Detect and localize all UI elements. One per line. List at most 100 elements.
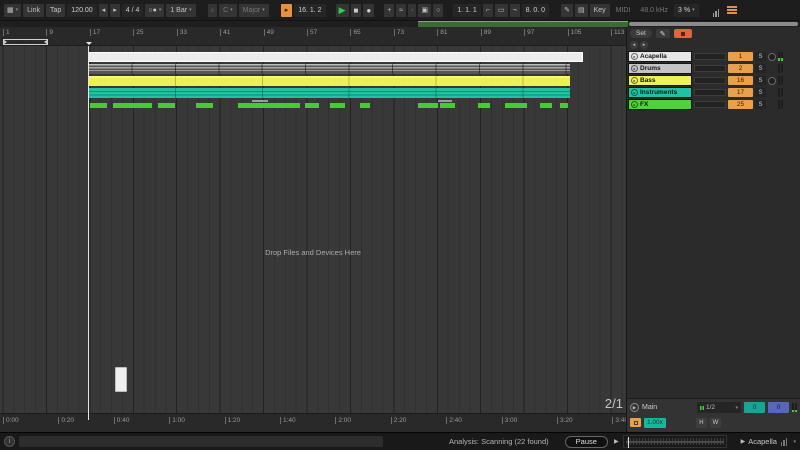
track-name[interactable]: ▸Drums bbox=[628, 63, 692, 74]
track-header-fx[interactable]: ▸FX 25S bbox=[628, 99, 800, 110]
track-arm-button[interactable] bbox=[768, 53, 776, 61]
punch-out-button[interactable]: ¬ bbox=[510, 4, 520, 17]
tempo-display[interactable]: 120.00 bbox=[67, 4, 96, 17]
zoom-width-button[interactable]: W bbox=[710, 418, 721, 428]
zoom-preset-icon[interactable] bbox=[630, 418, 641, 427]
overdub-button[interactable]: + bbox=[384, 4, 394, 17]
clip-area[interactable]: Drop Files and Devices Here bbox=[0, 46, 626, 413]
clip-instruments[interactable] bbox=[88, 88, 570, 98]
bar-ruler[interactable]: 191725334149576573818997105113 bbox=[0, 27, 626, 46]
track-solo-button[interactable]: S bbox=[755, 52, 766, 61]
teal-value-box[interactable]: 0 bbox=[744, 402, 765, 413]
clip-fx[interactable] bbox=[196, 103, 213, 108]
record-button[interactable]: ● bbox=[363, 4, 374, 17]
clip-drums[interactable] bbox=[88, 64, 570, 74]
track-arm-button[interactable] bbox=[768, 77, 776, 85]
track-name[interactable]: ▸FX bbox=[628, 99, 692, 110]
clip-fx[interactable] bbox=[505, 103, 527, 108]
track-activator-button[interactable]: 16 bbox=[728, 76, 753, 85]
unfold-track-icon[interactable]: ▸ bbox=[631, 89, 638, 96]
clip-fx[interactable] bbox=[418, 103, 438, 108]
loop-button[interactable]: ▭ bbox=[495, 4, 508, 17]
loop-start-display[interactable]: 1. 1. 1 bbox=[453, 4, 480, 17]
clip-fx[interactable] bbox=[360, 103, 370, 108]
loop-start-handle[interactable] bbox=[4, 40, 7, 44]
tap-tempo-button[interactable]: Tap bbox=[46, 4, 65, 17]
track-solo-button[interactable]: S bbox=[755, 64, 766, 73]
track-header-instruments[interactable]: ▸Instruments 17S bbox=[628, 87, 800, 98]
automation-arm-button[interactable]: ≈ bbox=[396, 4, 406, 17]
control-surface-icon[interactable]: ▦ ▾ bbox=[4, 4, 21, 17]
clip-fx[interactable] bbox=[113, 103, 152, 108]
loop-length-display[interactable]: 8. 0. 0 bbox=[522, 4, 549, 17]
track-volume-slider[interactable] bbox=[694, 77, 726, 84]
nudge-down-button[interactable]: ◂ bbox=[99, 4, 109, 17]
track-volume-slider[interactable] bbox=[694, 53, 726, 60]
set-locator-button[interactable]: Set bbox=[630, 29, 652, 38]
computer-midi-keyboard-icon[interactable]: ▤ bbox=[575, 4, 588, 17]
playback-speed-display[interactable]: 1.00x bbox=[644, 418, 666, 428]
scale-name-menu[interactable]: Major ▾ bbox=[239, 4, 269, 17]
clip-fx[interactable] bbox=[305, 103, 319, 108]
scale-icon[interactable]: ♪ bbox=[208, 4, 218, 17]
clip-fx[interactable] bbox=[560, 103, 568, 108]
track-activator-button[interactable]: 2 bbox=[728, 64, 753, 73]
clip-fx[interactable] bbox=[440, 103, 455, 108]
track-solo-button[interactable]: S bbox=[755, 88, 766, 97]
clip-fx[interactable] bbox=[478, 103, 490, 108]
unfold-track-icon[interactable]: ▸ bbox=[631, 101, 638, 108]
track-name[interactable]: ▸Instruments bbox=[628, 87, 692, 98]
zoom-height-button[interactable]: H bbox=[696, 418, 707, 428]
metronome-button[interactable]: ○● ▾ bbox=[145, 4, 164, 17]
pause-button[interactable]: Pause bbox=[565, 436, 608, 448]
preview-waveform[interactable] bbox=[623, 435, 727, 448]
punch-in-button[interactable]: ⌐ bbox=[483, 4, 493, 17]
track-name[interactable]: ▸Bass bbox=[628, 75, 692, 86]
stop-button[interactable]: ■ bbox=[351, 4, 362, 17]
track-solo-button[interactable]: S bbox=[755, 76, 766, 85]
follow-button[interactable]: ▸ bbox=[281, 4, 293, 17]
unfold-track-icon[interactable]: ▸ bbox=[631, 77, 638, 84]
track-activator-button[interactable]: 1 bbox=[728, 52, 753, 61]
track-header-drums[interactable]: ▸Drums 2S bbox=[628, 63, 800, 74]
cpu-meter[interactable]: 3 % ▾ bbox=[674, 4, 699, 17]
preview-track-play-icon[interactable]: ▶ bbox=[741, 438, 746, 445]
track-solo-button[interactable]: S bbox=[755, 100, 766, 109]
unfold-track-icon[interactable]: ▸ bbox=[631, 65, 638, 72]
draw-mode-button[interactable]: ✎ bbox=[656, 29, 670, 38]
preview-play-button[interactable]: ▶ bbox=[614, 438, 619, 445]
track-header-bass[interactable]: ▸Bass 16S bbox=[628, 75, 800, 86]
track-volume-slider[interactable] bbox=[694, 89, 726, 96]
track-activator-button[interactable]: 17 bbox=[728, 88, 753, 97]
time-signature-display[interactable]: 4 / 4 bbox=[122, 4, 144, 17]
next-locator-button[interactable]: ▸ bbox=[640, 41, 648, 49]
session-record-button[interactable]: ○ bbox=[433, 4, 443, 17]
key-root-menu[interactable]: C ▾ bbox=[219, 4, 237, 17]
draw-mode-icon[interactable]: ✎ bbox=[561, 4, 573, 17]
status-meter-icon[interactable] bbox=[781, 438, 788, 446]
clip-fx[interactable] bbox=[158, 103, 175, 108]
mixer-horizontal-scrollbar[interactable] bbox=[629, 22, 798, 26]
track-header-acapella[interactable]: ▸Acapella 1S bbox=[628, 51, 800, 62]
track-volume-slider[interactable] bbox=[694, 65, 726, 72]
info-icon[interactable]: i bbox=[4, 436, 15, 447]
clip-fx[interactable] bbox=[90, 103, 107, 108]
unfold-track-icon[interactable]: ▸ bbox=[631, 53, 638, 60]
clip-fx-audio[interactable] bbox=[438, 100, 452, 102]
grid-quantize-menu[interactable]: 1/2 ▾ bbox=[697, 402, 741, 413]
clip-fx-audio[interactable] bbox=[252, 100, 268, 102]
clip-fx[interactable] bbox=[330, 103, 345, 108]
loop-brace[interactable] bbox=[3, 39, 48, 45]
track-volume-slider[interactable] bbox=[694, 101, 726, 108]
blue-value-box[interactable]: 0 bbox=[768, 402, 789, 413]
midi-map-button[interactable]: MIDI bbox=[612, 4, 635, 17]
reenable-automation-button[interactable]: · bbox=[408, 4, 416, 17]
nudge-up-button[interactable]: ▸ bbox=[110, 4, 120, 17]
track-name[interactable]: ▸Acapella bbox=[628, 51, 692, 62]
prev-locator-button[interactable]: ◂ bbox=[630, 41, 638, 49]
time-ruler[interactable]: 0:000:200:401:001:201:402:002:202:403:00… bbox=[0, 413, 626, 432]
capture-midi-button[interactable]: ▣ bbox=[418, 4, 431, 17]
key-map-button[interactable]: Key bbox=[590, 4, 610, 17]
track-activator-button[interactable]: 25 bbox=[728, 100, 753, 109]
link-button[interactable]: Link bbox=[23, 4, 44, 17]
